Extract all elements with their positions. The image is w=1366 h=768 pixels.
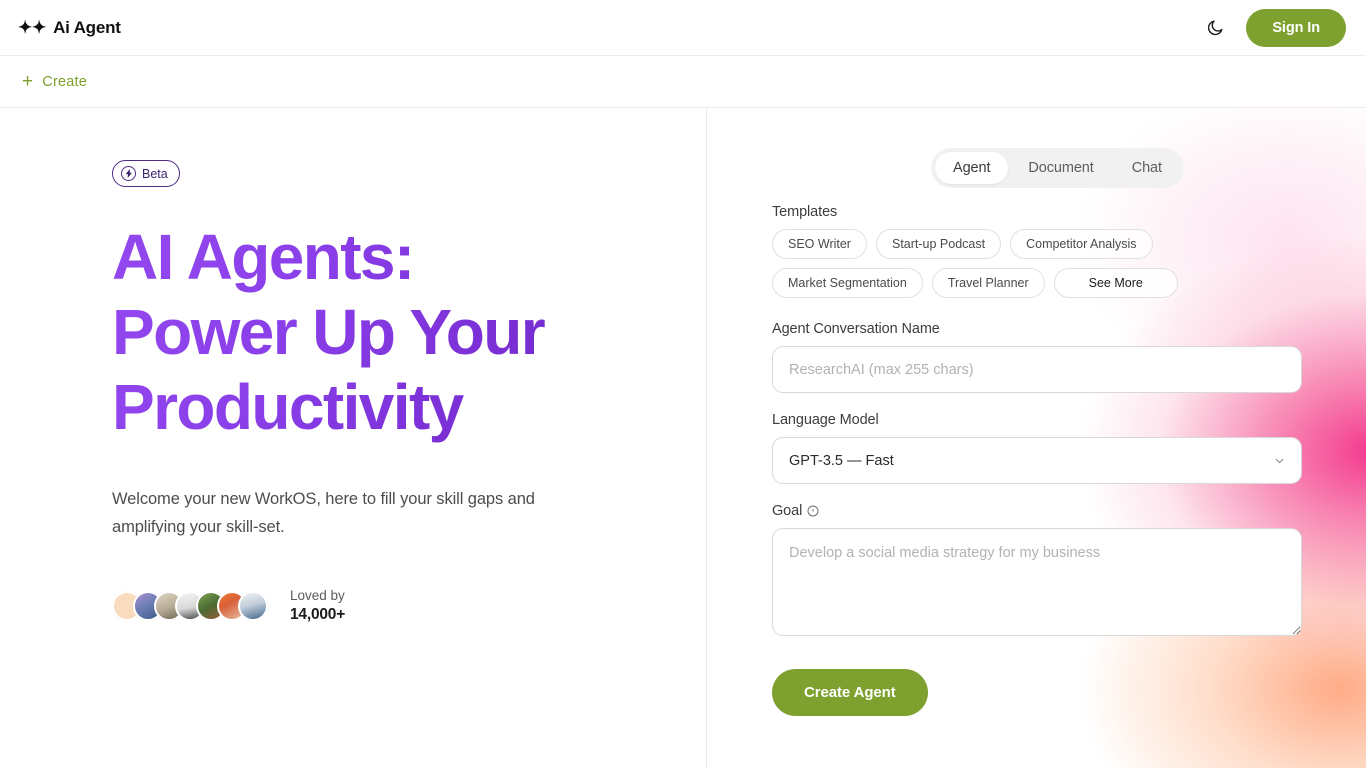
top-bar: ✦✦ Ai Agent Sign In: [0, 0, 1366, 56]
template-chip-market-segmentation[interactable]: Market Segmentation: [772, 268, 923, 298]
goal-textarea[interactable]: [772, 528, 1302, 636]
language-model-field: Language Model GPT-3.5 — Fast: [772, 412, 1302, 484]
tab-chat[interactable]: Chat: [1114, 152, 1180, 184]
template-chip-travel-planner[interactable]: Travel Planner: [932, 268, 1045, 298]
create-agent-form: Templates SEO Writer Start-up Podcast Co…: [772, 204, 1302, 716]
conversation-name-field: Agent Conversation Name: [772, 321, 1302, 393]
sparkles-icon: ✦✦: [18, 19, 46, 36]
loved-by-count: 14,000+: [290, 605, 345, 625]
template-chip-seo-writer[interactable]: SEO Writer: [772, 229, 867, 259]
create-agent-button[interactable]: Create Agent: [772, 669, 928, 716]
template-chip-competitor-analysis[interactable]: Competitor Analysis: [1010, 229, 1152, 259]
hero-subtitle: Welcome your new WorkOS, here to fill yo…: [112, 485, 594, 542]
top-bar-actions: Sign In: [1200, 9, 1346, 47]
conversation-name-input[interactable]: [772, 346, 1302, 393]
page-body: Beta AI Agents: Power Up Your Productivi…: [0, 108, 1366, 768]
tab-agent[interactable]: Agent: [935, 152, 1008, 184]
see-more-button[interactable]: See More: [1054, 268, 1178, 298]
beta-badge-label: Beta: [142, 167, 168, 181]
conversation-name-label: Agent Conversation Name: [772, 321, 1302, 337]
social-proof: Loved by 14,000+: [112, 587, 706, 625]
sign-in-button[interactable]: Sign In: [1246, 9, 1346, 47]
create-nav-label: Create: [42, 74, 87, 90]
page-title: AI Agents: Power Up Your Productivity: [112, 220, 582, 445]
goal-label-text: Goal: [772, 503, 802, 519]
loved-by-label: Loved by: [290, 587, 345, 605]
brand-name: Ai Agent: [53, 18, 121, 38]
templates-label: Templates: [772, 204, 1302, 220]
create-nav-button[interactable]: + Create: [16, 68, 93, 95]
info-icon[interactable]: [807, 505, 819, 517]
goal-label: Goal: [772, 503, 1302, 519]
goal-field: Goal: [772, 503, 1302, 641]
loved-by-text: Loved by 14,000+: [290, 587, 345, 625]
tab-document[interactable]: Document: [1010, 152, 1111, 184]
template-chip-list: SEO Writer Start-up Podcast Competitor A…: [772, 229, 1302, 298]
brand-logo[interactable]: ✦✦ Ai Agent: [18, 18, 121, 38]
template-chip-startup-podcast[interactable]: Start-up Podcast: [876, 229, 1001, 259]
mode-tabs: Agent Document Chat: [931, 148, 1184, 188]
moon-icon[interactable]: [1200, 13, 1230, 43]
plus-icon: +: [22, 72, 33, 91]
language-model-label: Language Model: [772, 412, 1302, 428]
agent-form-pane: Agent Document Chat Templates SEO Writer…: [707, 108, 1366, 768]
language-model-select[interactable]: GPT-3.5 — Fast: [772, 437, 1302, 484]
lightning-bolt-icon: [121, 166, 136, 181]
avatar: [238, 591, 268, 621]
sub-nav: + Create: [0, 56, 1366, 108]
hero-pane: Beta AI Agents: Power Up Your Productivi…: [0, 108, 707, 768]
beta-badge: Beta: [112, 160, 180, 187]
avatar-stack: [112, 591, 268, 621]
